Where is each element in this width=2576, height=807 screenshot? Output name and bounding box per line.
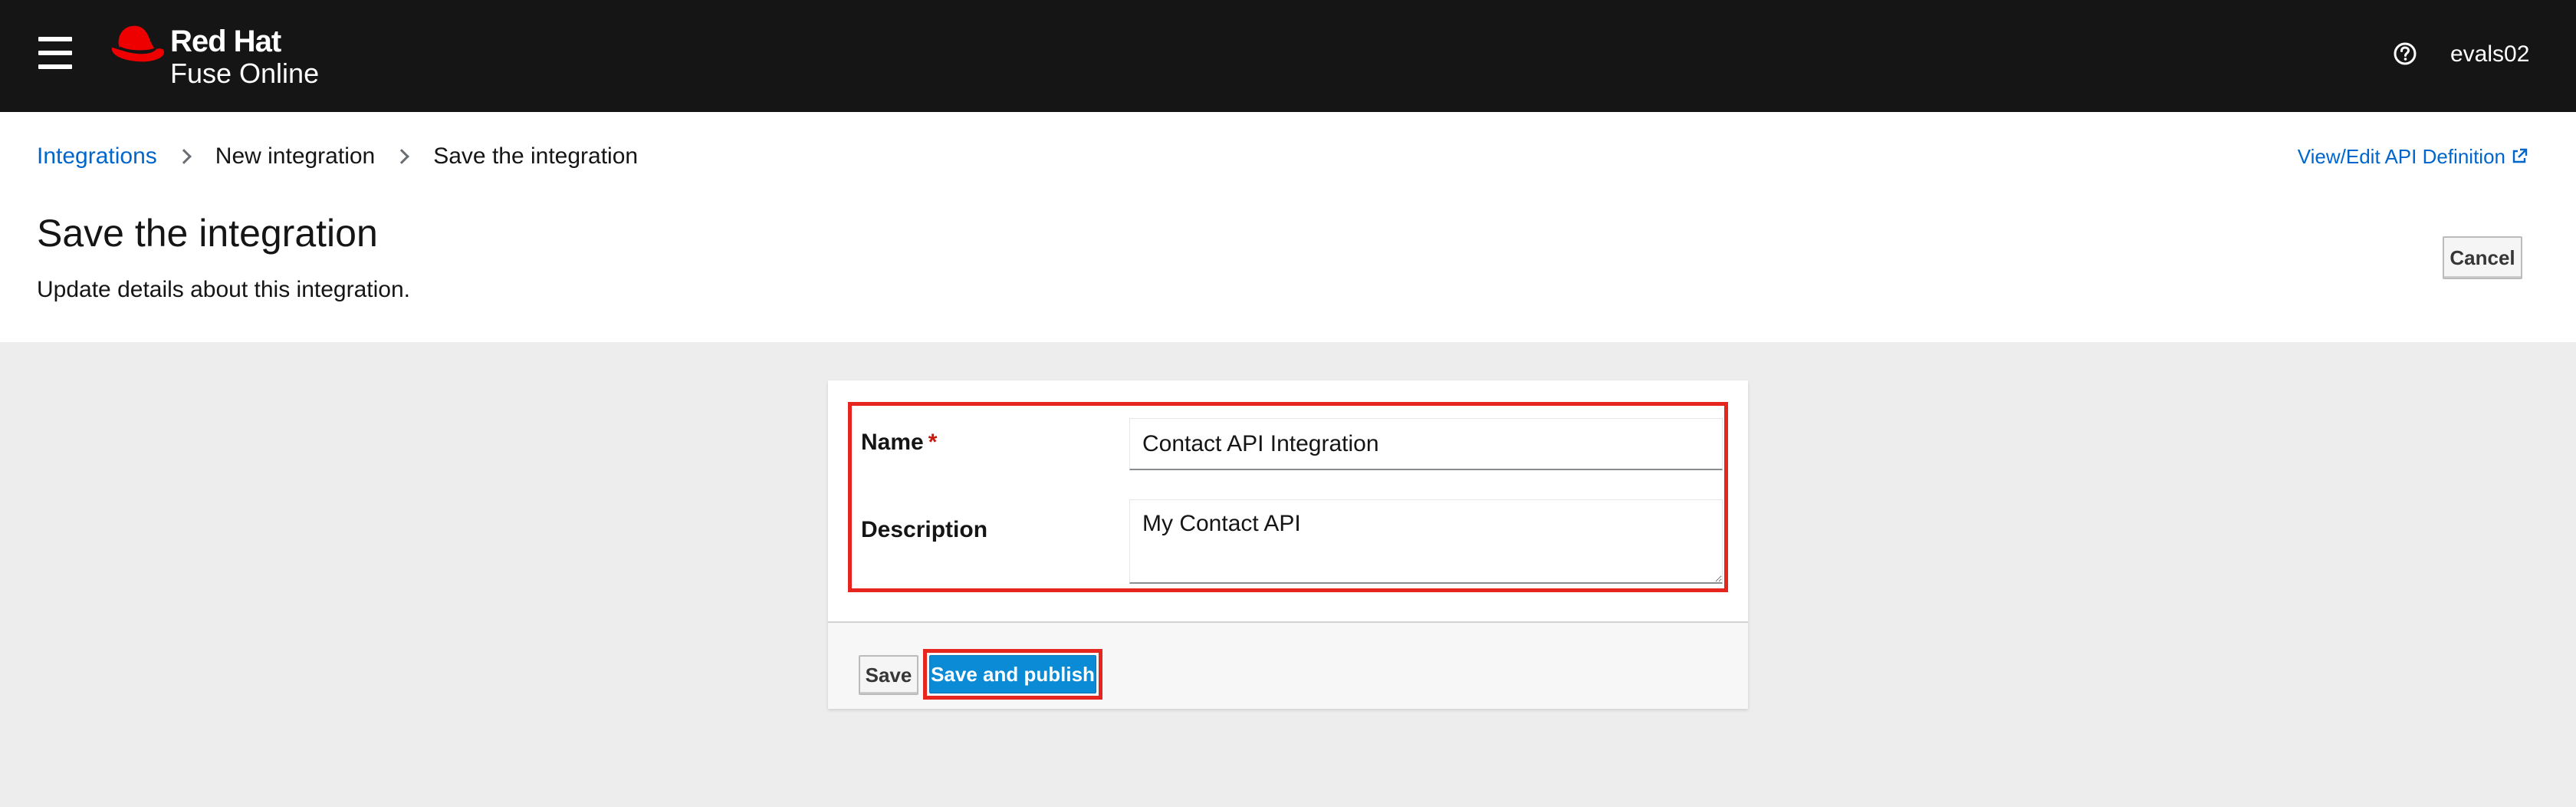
save-and-publish-highlight: Save and publish <box>923 649 1102 700</box>
redhat-hat-icon <box>111 25 164 62</box>
cancel-button[interactable]: Cancel <box>2443 236 2522 279</box>
description-textarea[interactable]: My Contact API <box>1129 499 1723 584</box>
form-fields-highlight: Name* Description My Contact API <box>848 402 1728 592</box>
save-button[interactable]: Save <box>859 655 918 695</box>
required-asterisk: * <box>928 430 938 455</box>
masthead: Red Hat Fuse Online evals02 <box>0 0 2576 112</box>
external-link-icon <box>2512 148 2528 163</box>
name-label: Name * <box>861 429 937 456</box>
name-input[interactable] <box>1129 418 1723 470</box>
page-title: Save the integration <box>37 212 378 255</box>
hamburger-menu-icon[interactable] <box>38 37 72 71</box>
view-edit-api-definition-link[interactable]: View/Edit API Definition <box>2298 141 2528 172</box>
brand-name: Red Hat <box>170 25 281 58</box>
breadcrumb-integrations-link[interactable]: Integrations <box>37 143 157 170</box>
breadcrumb: Integrations New integration Save the in… <box>37 141 638 172</box>
breadcrumb-current: Save the integration <box>433 143 639 169</box>
save-and-publish-button[interactable]: Save and publish <box>929 655 1096 693</box>
help-icon[interactable] <box>2393 41 2417 66</box>
user-menu[interactable]: evals02 <box>2450 41 2529 68</box>
chevron-right-icon <box>176 149 192 164</box>
description-label: Description <box>861 517 988 542</box>
page-subtitle: Update details about this integration. <box>37 277 410 302</box>
name-label-text: Name <box>861 430 924 455</box>
chevron-right-icon <box>394 149 410 164</box>
page-header: Integrations New integration Save the in… <box>0 112 2576 342</box>
breadcrumb-new-integration: New integration <box>215 143 376 169</box>
form-footer: Save Save and publish <box>828 621 1748 709</box>
product-name: Fuse Online <box>170 58 320 89</box>
api-link-label: View/Edit API Definition <box>2297 144 2505 168</box>
integration-form-card: Name* Description My Contact API Save Sa… <box>828 380 1748 709</box>
